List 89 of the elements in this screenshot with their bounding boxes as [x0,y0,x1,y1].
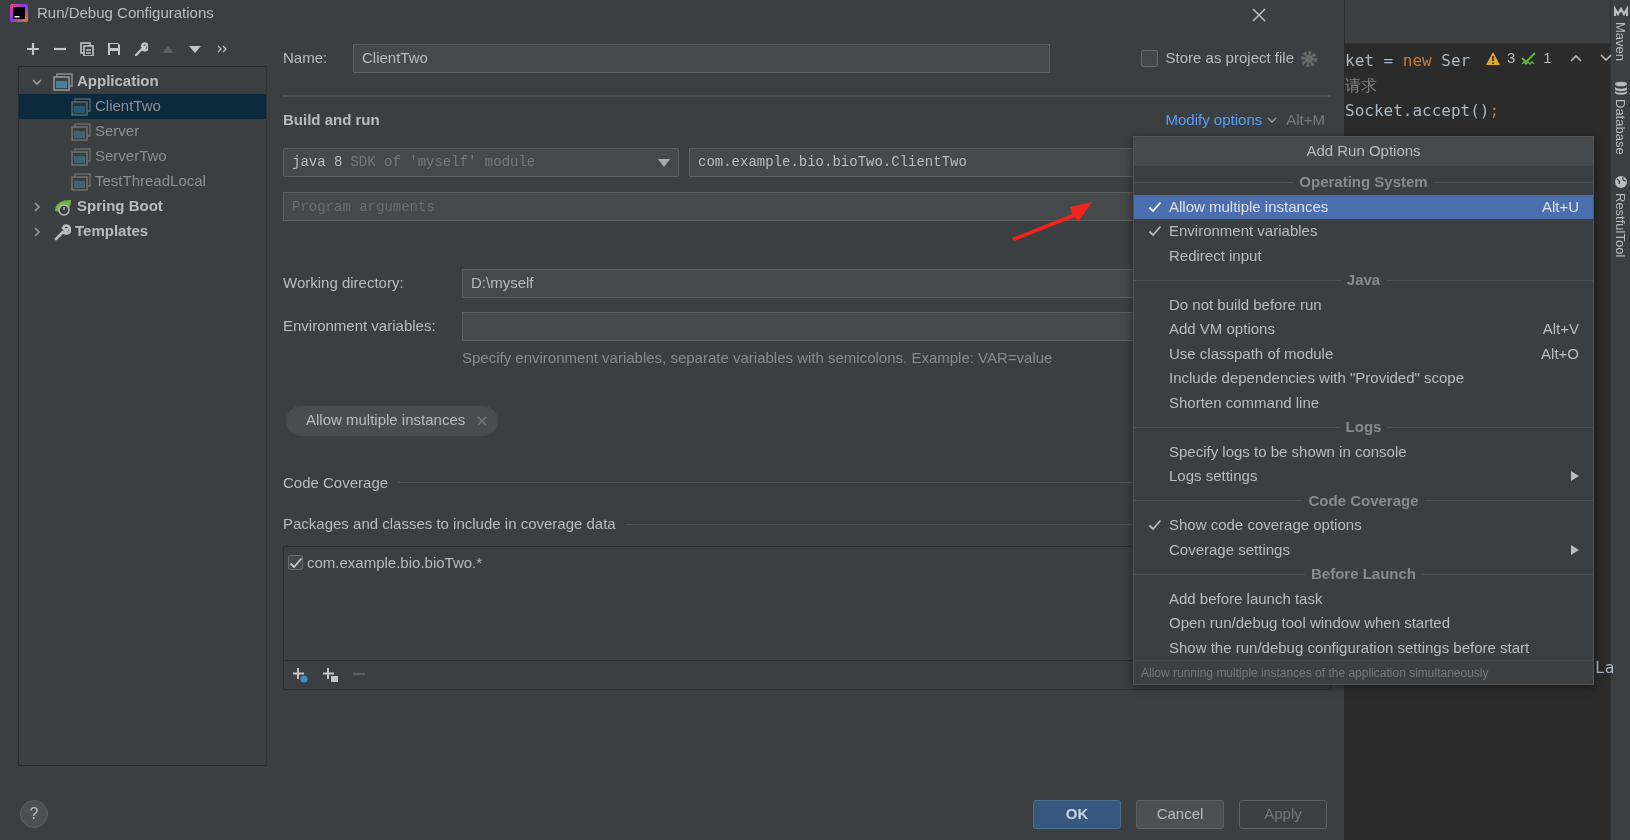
caret-icon [658,158,670,167]
popup-title: Add Run Options [1134,137,1593,166]
menu-item[interactable]: Use classpath of module Alt+O [1134,341,1593,366]
menu-item[interactable]: Show the run/debug configuration settings before start [1134,635,1593,660]
shortcut-label: Alt+U [1541,196,1579,217]
tree-item[interactable]: ClientTwo [19,94,266,119]
window-icon [71,172,91,191]
menu-hint: Allow running multiple instances of the application simultaneously [1134,660,1593,684]
window-title: Run/Debug Configurations [37,2,214,23]
add-class-icon[interactable] [292,666,308,683]
menu-item[interactable]: Add before launch task [1134,586,1593,611]
field-label: Working directory: [283,273,405,294]
tool-window-button[interactable]: Maven [1610,4,1630,62]
menu-item[interactable]: Include dependencies with "Provided" scope [1134,366,1593,391]
menu-item[interactable]: Logs settings [1134,464,1593,489]
weak-warning-icon [1521,50,1538,66]
help-button[interactable]: ? [20,800,48,828]
field-label: Environment variables: [283,316,437,337]
modify-options-link[interactable]: Modify options [1165,108,1263,132]
name-field[interactable]: ClientTwo [353,44,1050,73]
submenu-arrow-icon [1571,471,1579,482]
tool-window-button[interactable]: Database [1610,81,1630,155]
window-icon [71,122,91,141]
menu-section-title: Logs [1344,417,1383,437]
code-line: La [1595,656,1615,679]
menu-item[interactable]: Environment variables [1134,219,1593,244]
menu-item[interactable]: Allow multiple instances Alt+U [1134,194,1593,219]
shortcut-label: Alt+M [1286,109,1325,130]
tree-item[interactable]: TestThreadLocal [19,169,266,194]
checkbox-label: Store as project file [1165,48,1294,69]
check-icon [1148,200,1162,213]
option-chip[interactable]: Allow multiple instances [286,405,499,436]
close-icon[interactable] [1252,8,1266,22]
pattern-label: com.example.bio.bioTwo.* [307,552,483,573]
menu-item[interactable]: Add VM options Alt+V [1134,317,1593,342]
menu-item[interactable]: Show code coverage options [1134,513,1593,538]
menu-item[interactable]: Shorten command line [1134,390,1593,415]
shortcut-label: Alt+O [1541,343,1579,364]
code-line: 请求 [1345,74,1377,97]
menu-section-title: Java [1345,270,1382,290]
checkbox[interactable] [1140,50,1158,67]
add-icon[interactable] [26,42,40,56]
menu-section-title: Code Coverage [1307,490,1420,511]
tree-item[interactable]: Templates [19,219,266,244]
tree-item[interactable]: Application [19,69,266,94]
code-line: Socket.accept(); [1345,99,1500,122]
check-icon [1148,519,1162,532]
code-line: ket = new Ser [1345,49,1471,72]
hint-text: Specify environment variables, separate variables with semicolons. Example: VAR=value [462,348,1053,368]
window-icon [71,147,91,166]
check-icon [1148,225,1162,238]
checkbox[interactable] [288,555,303,571]
weak-warning-count: 1 [1543,48,1552,68]
window-icon [53,72,73,91]
add-package-icon[interactable] [322,666,338,683]
database-icon [1613,81,1628,96]
warning-icon [1485,50,1501,66]
maven-icon [1613,4,1628,18]
check-icon [288,556,303,569]
chevron-up-icon[interactable] [1569,54,1582,63]
caret-icon [1267,115,1278,125]
wrench-icon [53,222,71,241]
tool-window-button[interactable]: RestfulTool [1610,174,1630,257]
warning-count: 3 [1507,48,1516,68]
wrench-icon[interactable] [134,42,148,56]
save-icon[interactable] [107,42,121,56]
menu-section-title: Before Launch [1310,564,1417,584]
submenu-arrow-icon [1571,544,1579,555]
menu-item[interactable]: Redirect input [1134,243,1593,268]
app-logo-icon [10,4,28,22]
menu-item[interactable]: Coverage settings [1134,537,1593,562]
cancel-button[interactable]: Cancel [1136,799,1224,829]
section-title: Code Coverage [283,472,389,493]
spring-leaf-icon [53,197,73,216]
chevron-icon[interactable] [31,225,43,238]
tree-item[interactable]: ServerTwo [19,144,266,169]
tree-item[interactable]: Spring Boot [19,194,266,219]
field-label: Name: [283,48,329,69]
shortcut-label: Alt+V [1542,319,1579,339]
section-title: Packages and classes to include in coverage data [283,514,616,534]
chevron-down-icon[interactable] [1599,54,1612,63]
tree-item[interactable]: Server [19,119,266,144]
menu-item[interactable]: Open run/debug tool window when started [1134,611,1593,636]
section-title: Build and run [283,109,380,130]
copy-icon[interactable] [80,42,94,56]
ok-button[interactable]: OK [1033,799,1121,829]
window-icon [71,97,91,116]
menu-item[interactable]: Specify logs to be shown in console [1134,439,1593,464]
chevron-icon[interactable] [31,200,43,213]
